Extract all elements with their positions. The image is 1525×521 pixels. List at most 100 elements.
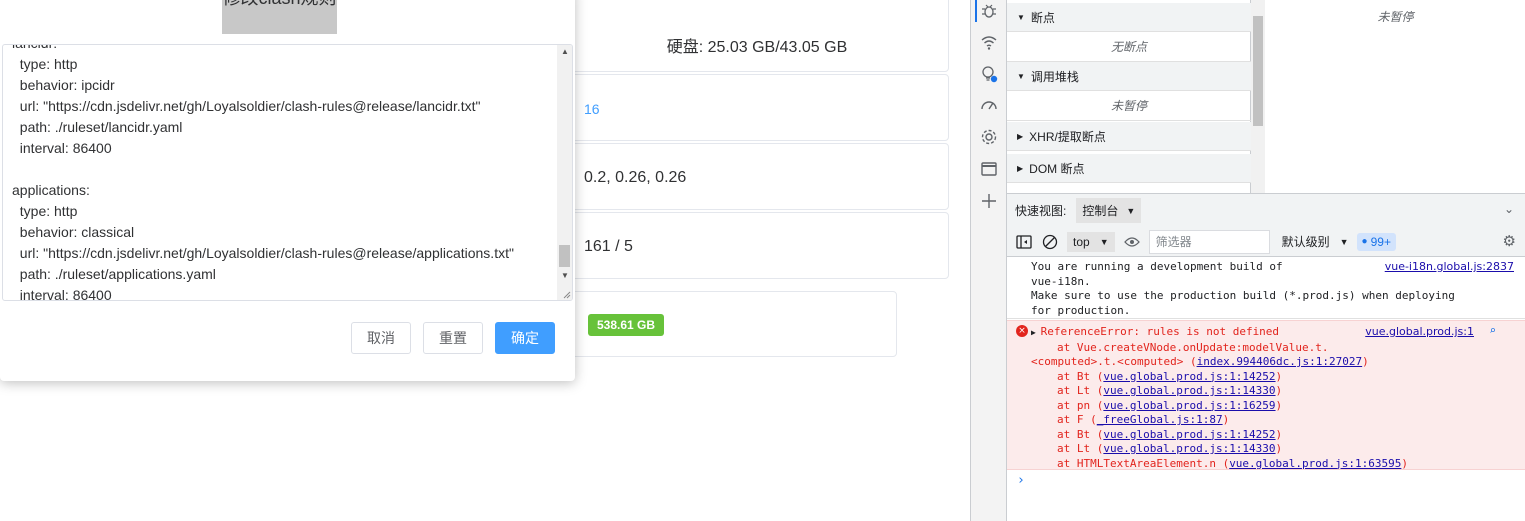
scroll-down-arrow-icon[interactable]: ▼ (561, 271, 569, 280)
disk-card: 硬盘: 25.03 GB/43.05 GB (565, 0, 949, 72)
scroll-up-arrow-icon[interactable]: ▲ (561, 47, 569, 56)
editor-line: lancidr: (12, 45, 514, 54)
count-value: 161 / 5 (584, 238, 633, 255)
confirm-button[interactable]: 确定 (495, 322, 555, 354)
lightbulb-icon[interactable] (979, 64, 999, 84)
stack-frame: at F (_freeGlobal.js:1:87) (1031, 413, 1525, 428)
settings-gear-icon[interactable] (979, 127, 999, 147)
context-value: top (1073, 234, 1090, 249)
issues-count: 99+ (1370, 234, 1391, 249)
stack-frame-text: at Bt ( (1057, 369, 1104, 383)
stack-frame-text: ) (1362, 355, 1369, 368)
dom-header-label: DOM 断点 (1029, 161, 1085, 176)
scrollbar-thumb[interactable] (559, 245, 570, 267)
cancel-button[interactable]: 取消 (351, 322, 411, 354)
stack-frame: at Vue.createVNode.onUpdate:modelValue.t… (1031, 341, 1525, 356)
drawer-header: 快速视图: 控制台 ▼ ⌄ (1007, 193, 1525, 227)
message-bubble-icon: ● (1361, 236, 1368, 247)
stack-frame-link[interactable]: vue.global.prod.js:1:14252 (1103, 370, 1275, 383)
app-page: 硬盘: 25.03 GB/43.05 GB 16 0.2, 0.26, 0.26… (0, 0, 970, 521)
rules-textarea[interactable]: lancidr: type: http behavior: ipcidr url… (2, 44, 573, 301)
stack-frame-link[interactable]: vue.global.prod.js:1:14330 (1103, 442, 1275, 455)
devtools-activity-bar (971, 0, 1007, 521)
breakpoints-section-header[interactable]: ▼ 断点 (1007, 3, 1251, 32)
console-info-message: vue-i18n.global.js:2837 You are running … (1007, 257, 1525, 319)
editor-line: type: http (12, 56, 78, 72)
log-levels-dropdown[interactable]: 默认级别 ▼ (1282, 233, 1349, 250)
search-icon[interactable]: ⌕ (1489, 324, 1496, 339)
editor-scrollbar[interactable]: ▲ ▼ (557, 45, 572, 300)
editor-line: behavior: ipcidr (12, 77, 115, 93)
error-source-link[interactable]: vue.global.prod.js:1 (1365, 325, 1474, 340)
console-filter-input[interactable]: 筛选器 (1148, 229, 1270, 254)
resize-grip-icon[interactable] (561, 289, 571, 299)
expanded-triangle-icon: ▼ (1017, 12, 1025, 22)
editor-line: interval: 86400 (12, 140, 112, 156)
quick-view-label: 快速视图: (1015, 204, 1067, 218)
stack-frame-text: at Bt ( (1057, 427, 1104, 441)
breakpoints-scrollbar-thumb[interactable] (1253, 16, 1263, 126)
xhr-breakpoints-header[interactable]: ▶ XHR/提取断点 (1007, 122, 1251, 151)
edit-clash-rules-dialog: 修改clash规则 lancidr: type: http behavior: … (0, 0, 575, 381)
info-line-2: Make sure to use the production build (*… (1031, 289, 1462, 317)
collapsed-triangle-icon: ▶ (1017, 131, 1024, 141)
stack-frame-text: at Vue.createVNode.onUpdate:modelValue.t… (1057, 340, 1329, 354)
stack-frame-text: at F ( (1057, 413, 1097, 426)
clear-console-icon[interactable] (1041, 233, 1059, 251)
stack-frame: <computed>.t.<computed> (index.994406dc.… (1031, 355, 1525, 370)
scope-panel: 未暂停 (1265, 0, 1525, 193)
devtools-panel: ▼ 断点 无断点 ▼ 调用堆栈 未暂停 ▶ XHR/提取断点 ▶ DOM 断点 … (970, 0, 1525, 521)
disk-gauge (716, 0, 836, 11)
stack-frame: at Bt (vue.global.prod.js:1:14252) (1031, 428, 1525, 443)
stack-frame-link[interactable]: _freeGlobal.js:1:87 (1097, 413, 1223, 426)
stack-frame-text: ) (1275, 384, 1283, 397)
dialog-footer: 取消 重置 确定 (351, 322, 555, 354)
console-error-message: × vue.global.prod.js:1 ⌕ ▶ ReferenceErro… (1007, 320, 1525, 470)
stack-frame-link[interactable]: vue.global.prod.js:1:16259 (1103, 399, 1275, 412)
log-levels-label: 默认级别 (1281, 235, 1330, 249)
console-toolbar: top ▼ 筛选器 默认级别 ▼ ● 99+ ⚙ (1007, 227, 1525, 257)
console-output: vue-i18n.global.js:2837 You are running … (1007, 257, 1525, 521)
editor-line: behavior: classical (12, 224, 135, 240)
error-stack-trace: at Vue.createVNode.onUpdate:modelValue.t… (1031, 341, 1525, 472)
reset-button[interactable]: 重置 (423, 322, 483, 354)
dom-breakpoints-header[interactable]: ▶ DOM 断点 (1007, 154, 1251, 183)
console-prompt-icon[interactable]: › (1017, 473, 1025, 488)
console-drawer-tab[interactable]: 控制台 ▼ (1076, 198, 1142, 223)
stack-frame: at Lt (vue.global.prod.js:1:14330) (1031, 442, 1525, 457)
context-selector[interactable]: top ▼ (1067, 231, 1115, 252)
stack-frame: at Bt (vue.global.prod.js:1:14252) (1031, 370, 1525, 385)
stack-frame-link[interactable]: index.994406dc.js:1:27027 (1197, 355, 1363, 368)
callstack-header-label: 调用堆栈 (1030, 69, 1079, 84)
console-settings-gear-icon[interactable]: ⚙ (1503, 232, 1516, 250)
sidebar-toggle-icon[interactable] (1015, 233, 1033, 251)
breakpoints-scrollbar[interactable] (1251, 0, 1265, 193)
stack-frame-text: <computed>.t.<computed> ( (1031, 355, 1197, 368)
stack-frame-text: ) (1401, 456, 1408, 470)
active-indicator (975, 0, 977, 22)
eye-icon[interactable] (1123, 233, 1141, 251)
editor-line: type: http (12, 203, 78, 219)
info-card-2: 16 (565, 74, 949, 141)
stack-frame-link[interactable]: vue.global.prod.js:1:14330 (1103, 384, 1275, 397)
stack-frame-text: ) (1275, 398, 1283, 412)
stack-frame-link[interactable]: vue.global.prod.js:1:14252 (1103, 428, 1275, 441)
network-icon[interactable] (979, 32, 999, 52)
xhr-header-label: XHR/提取断点 (1029, 129, 1106, 144)
editor-line: url: "https://cdn.jsdelivr.net/gh/Loyals… (12, 245, 514, 261)
stack-frame: at Lt (vue.global.prod.js:1:14330) (1031, 384, 1525, 399)
stack-frame-link[interactable]: vue.global.prod.js:1:63595 (1229, 457, 1401, 470)
chevron-down-icon[interactable]: ⌄ (1504, 202, 1514, 216)
window-icon[interactable] (979, 159, 999, 179)
issues-badge[interactable]: ● 99+ (1356, 232, 1396, 251)
error-x-icon: × (1016, 325, 1028, 337)
error-title-text: ReferenceError: rules is not defined (1040, 325, 1280, 338)
plus-icon[interactable] (979, 191, 999, 211)
stack-frame: at HTMLTextAreaElement.n (vue.global.pro… (1031, 457, 1525, 472)
breakpoints-empty-text: 无断点 (1007, 32, 1251, 62)
callstack-section-header[interactable]: ▼ 调用堆栈 (1007, 62, 1251, 91)
editor-line: path: ./ruleset/applications.yaml (12, 266, 216, 282)
performance-icon[interactable] (979, 95, 999, 115)
info-source-link[interactable]: vue-i18n.global.js:2837 (1385, 260, 1514, 275)
bug-icon[interactable] (979, 1, 999, 21)
